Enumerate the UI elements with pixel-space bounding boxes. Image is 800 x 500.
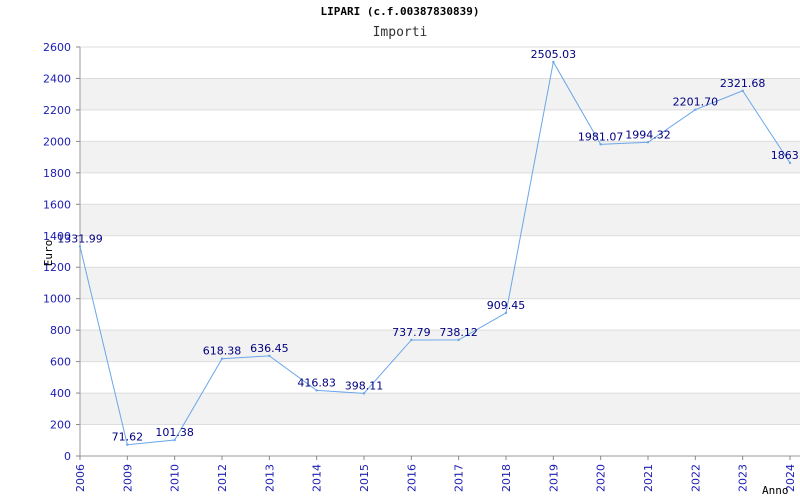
data-label: 636.45 — [250, 342, 289, 355]
x-tick-label: 2021 — [642, 464, 655, 492]
y-tick-label: 2000 — [43, 135, 71, 148]
y-tick-label: 600 — [50, 356, 71, 369]
data-point — [268, 354, 271, 358]
data-label: 2321.68 — [720, 77, 766, 90]
data-label: 71.62 — [112, 431, 144, 444]
y-tick-label: 800 — [50, 324, 71, 337]
series-group — [78, 60, 792, 446]
y-tick-label: 2600 — [43, 41, 71, 54]
x-tick-label: 2009 — [121, 464, 134, 492]
data-point — [457, 338, 460, 342]
data-label: 1331.99 — [57, 232, 103, 245]
data-label: 1994.32 — [625, 128, 671, 141]
data-point — [362, 392, 366, 395]
data-point — [694, 108, 697, 111]
y-axis-label: Euro — [42, 240, 55, 267]
y-tick-label: 2400 — [43, 72, 71, 85]
x-tick-label: 2015 — [358, 464, 371, 492]
data-label: 101.38 — [155, 426, 194, 439]
data-point — [126, 443, 129, 446]
data-point — [504, 311, 508, 315]
data-point — [552, 60, 555, 64]
data-point — [220, 357, 224, 360]
data-label: 737.79 — [392, 326, 431, 339]
data-label: 398.11 — [345, 379, 384, 392]
y-tick-label: 1600 — [43, 198, 71, 211]
x-tick-label: 2019 — [547, 464, 560, 492]
x-tick-label: 2013 — [263, 464, 276, 492]
data-point — [741, 89, 744, 92]
y-tick-label: 1800 — [43, 167, 71, 180]
data-point — [646, 141, 650, 144]
data-point — [599, 143, 602, 146]
x-tick-label: 2023 — [737, 464, 750, 492]
data-label: 2201.70 — [673, 96, 719, 109]
data-point — [78, 245, 82, 248]
x-axis-ticks: 2006 2009 2010 2012 2013 2014 2015 2016 2017 2018… — [74, 456, 797, 492]
data-label: 416.83 — [297, 376, 336, 389]
x-tick-label: 2018 — [500, 464, 513, 492]
series-line — [79, 60, 791, 446]
x-tick-label: 2022 — [689, 464, 702, 492]
grid-band — [80, 267, 800, 299]
data-label: 909.45 — [487, 299, 526, 312]
x-tick-label: 2006 — [74, 464, 87, 492]
y-tick-label: 2200 — [43, 104, 71, 117]
x-axis-label: Anno — [762, 484, 789, 497]
y-tick-label: 200 — [50, 419, 71, 432]
x-tick-label: 2014 — [311, 464, 324, 492]
data-point — [315, 389, 318, 392]
grid-band — [80, 204, 800, 236]
x-tick-label: 2016 — [405, 464, 418, 492]
y-tick-label: 400 — [50, 387, 71, 400]
grid-band — [80, 141, 800, 173]
x-tick-label: 2017 — [453, 464, 466, 492]
data-label: 2505.03 — [531, 48, 577, 61]
grid-bands — [80, 78, 800, 425]
y-tick-label: 0 — [64, 450, 71, 463]
x-tick-label: 2012 — [216, 464, 229, 492]
x-tick-label: 2020 — [595, 464, 608, 492]
data-label: 1981.07 — [578, 130, 624, 143]
data-label: 738.12 — [439, 326, 478, 339]
line-chart: 0200400600800100012001400160018002000220… — [42, 41, 800, 497]
y-tick-label: 1000 — [43, 293, 71, 306]
data-point — [410, 338, 413, 342]
data-label: 1863.2 — [771, 149, 800, 162]
grid-band — [80, 393, 800, 425]
data-point — [173, 438, 176, 442]
x-tick-label: 2010 — [169, 464, 182, 492]
data-label: 618.38 — [203, 345, 242, 358]
data-point — [788, 161, 792, 165]
